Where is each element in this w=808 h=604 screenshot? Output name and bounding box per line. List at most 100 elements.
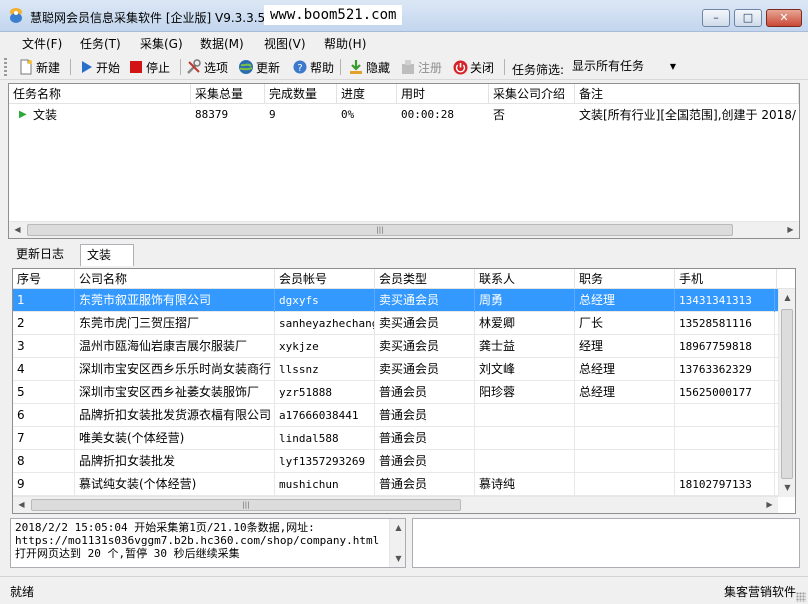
update-button[interactable]: 更新	[238, 58, 280, 76]
log-vscrollbar[interactable]: ▲ ▼	[389, 519, 405, 567]
member-grid-header: 序号 公司名称 会员帐号 会员类型 联系人 职务 手机	[13, 269, 795, 289]
table-cell	[475, 404, 575, 427]
svg-text:?: ?	[297, 63, 302, 74]
log-line: 2018/2/2 15:05:04 开始采集第1页/21.10条数据,网址:	[15, 521, 315, 534]
exit-button[interactable]: 关闭	[452, 58, 494, 76]
table-row[interactable]: 1东莞市叙亚服饰有限公司dgxyfs卖买通会员周勇总经理134313413130	[13, 289, 781, 312]
task-filter-dropdown[interactable]: 显示所有任务 ▼	[568, 56, 680, 77]
table-cell: 卖买通会员	[375, 289, 475, 312]
column-header[interactable]: 采集公司介绍	[489, 84, 575, 104]
column-header[interactable]: 职务	[575, 269, 675, 289]
task-list-hscrollbar[interactable]: ◀ ||| ▶	[9, 221, 799, 238]
table-cell: 普通会员	[375, 473, 475, 496]
column-header[interactable]: 公司名称	[75, 269, 275, 289]
menu-file[interactable]: 文件(F)	[22, 35, 62, 52]
close-button[interactable]: ✕	[766, 9, 802, 27]
column-header[interactable]: 完成数量	[265, 84, 337, 104]
minimize-button[interactable]: –	[702, 9, 730, 27]
table-cell: yzr51888	[275, 381, 375, 404]
play-icon	[78, 59, 94, 75]
register-button[interactable]: 注册	[400, 58, 442, 76]
scroll-thumb[interactable]: |||	[31, 499, 461, 511]
column-header[interactable]: 会员类型	[375, 269, 475, 289]
table-row[interactable]: 3 温州市瓯海仙岩康吉展尔服装厂 xykjze 卖买通会员 龚士益 经理 189677598…	[13, 335, 781, 358]
column-header[interactable]: 采集总量	[191, 84, 265, 104]
table-cell	[575, 427, 675, 450]
menu-view[interactable]: 视图(V)	[264, 35, 306, 52]
table-cell: 2	[13, 312, 75, 335]
menu-bar: 文件(F) 任务(T) 采集(G) 数据(M) 视图(V) 帮助(H)	[0, 32, 808, 54]
scroll-up-icon[interactable]: ▲	[390, 519, 405, 536]
new-button[interactable]: 新建	[18, 58, 60, 76]
table-cell: 15625000177	[675, 381, 775, 404]
scroll-up-icon[interactable]: ▲	[779, 289, 795, 306]
table-row[interactable]: 4 深圳市宝安区西乡乐乐时尚女装商行 llssnz 卖买通会员 刘文峰 总经理 137633…	[13, 358, 781, 381]
column-header[interactable]: 序号	[13, 269, 75, 289]
table-cell: 卖买通会员	[375, 358, 475, 381]
table-cell: 18967759818	[675, 335, 775, 358]
table-row[interactable]: 8 品牌折扣女装批发 lyf1357293269 普通会员	[13, 450, 781, 473]
scroll-down-icon[interactable]: ▼	[779, 479, 795, 496]
scroll-down-icon[interactable]: ▼	[390, 550, 405, 567]
task-list: 任务名称 采集总量 完成数量 进度 用时 采集公司介绍 备注 ▶ 文装 8837…	[8, 83, 800, 239]
member-grid-hscrollbar[interactable]: ◀ ||| ▶	[13, 496, 778, 513]
scroll-left-icon[interactable]: ◀	[9, 222, 26, 238]
table-cell: 唯美女装(个体经营)	[75, 427, 275, 450]
menu-data[interactable]: 数据(M)	[200, 35, 244, 52]
toolbar-grip[interactable]	[4, 58, 7, 76]
table-cell	[575, 473, 675, 496]
table-cell: mushichun	[275, 473, 375, 496]
column-header[interactable]: 备注	[575, 84, 799, 104]
hide-button[interactable]: 隐藏	[348, 58, 390, 76]
column-header[interactable]: 会员帐号	[275, 269, 375, 289]
table-cell: 深圳市宝安区西乡乐乐时尚女装商行	[75, 358, 275, 381]
status-bar: 就绪 集客营销软件	[0, 576, 808, 604]
column-header[interactable]: 手机	[675, 269, 777, 289]
table-cell: 品牌折扣女装批发	[75, 450, 275, 473]
scroll-right-icon[interactable]: ▶	[782, 222, 799, 238]
table-cell: 周勇	[475, 289, 575, 312]
tab-strip: 更新日志 文装	[8, 244, 800, 266]
task-row[interactable]: ▶ 文装 88379 9 0% 00:00:28 否 文装[所有行业][全国范围…	[9, 105, 799, 125]
scroll-right-icon[interactable]: ▶	[761, 497, 778, 513]
table-row[interactable]: 7 唯美女装(个体经营) lindal588 普通会员	[13, 427, 781, 450]
table-cell: 慕试纯女装(个体经营)	[75, 473, 275, 496]
table-cell: lyf1357293269	[275, 450, 375, 473]
member-grid-vscrollbar[interactable]: ▲ ▼	[778, 289, 795, 497]
maximize-button[interactable]: □	[734, 9, 762, 27]
toolbar: 新建 开始 停止 选项 更新 ? 帮助 隐藏 注册 关闭 任务筛选:	[0, 54, 808, 80]
scroll-left-icon[interactable]: ◀	[13, 497, 30, 513]
scroll-thumb[interactable]	[781, 309, 793, 479]
table-cell: 经理	[575, 335, 675, 358]
toolbar-separator	[180, 59, 181, 75]
table-row[interactable]: 2 东莞市虎门三贺压摺厂 sanheyazhechang 卖买通会员 林爱卿 厂长 1352…	[13, 312, 781, 335]
table-cell: 刘文峰	[475, 358, 575, 381]
table-cell	[675, 427, 775, 450]
menu-help[interactable]: 帮助(H)	[324, 35, 366, 52]
tab-task-womenswear[interactable]: 文装	[80, 244, 134, 266]
scroll-thumb[interactable]: |||	[27, 224, 733, 236]
table-cell: sanheyazhechang	[275, 312, 375, 335]
table-cell: 普通会员	[375, 381, 475, 404]
toolbar-separator	[340, 59, 341, 75]
column-header[interactable]: 进度	[337, 84, 397, 104]
table-row[interactable]: 6 品牌折扣女装批发货源衣楅有限公司 a17666038441 普通会员	[13, 404, 781, 427]
menu-task[interactable]: 任务(T)	[80, 35, 121, 52]
column-header[interactable]: 用时	[397, 84, 489, 104]
stop-button[interactable]: 停止	[128, 58, 170, 76]
menu-collect[interactable]: 采集(G)	[140, 35, 183, 52]
status-text: 就绪	[10, 585, 35, 599]
table-cell: 东莞市虎门三贺压摺厂	[75, 312, 275, 335]
column-header[interactable]: 任务名称	[9, 84, 191, 104]
help-button[interactable]: ? 帮助	[292, 58, 334, 76]
table-cell: 阳珍蓉	[475, 381, 575, 404]
table-cell: 普通会员	[375, 450, 475, 473]
start-button[interactable]: 开始	[78, 58, 120, 76]
table-cell: 东莞市叙亚服饰有限公司	[75, 289, 275, 312]
tab-update-log[interactable]: 更新日志	[10, 244, 70, 266]
resize-grip-icon[interactable]	[796, 592, 806, 602]
table-row[interactable]: 5 深圳市宝安区西乡祉萎女装服饰厂 yzr51888 普通会员 阳珍蓉 总经理 156250…	[13, 381, 781, 404]
column-header[interactable]: 联系人	[475, 269, 575, 289]
table-row[interactable]: 9 慕试纯女装(个体经营) mushichun 普通会员 慕诗纯 18102797133	[13, 473, 781, 496]
options-button[interactable]: 选项	[186, 58, 228, 76]
